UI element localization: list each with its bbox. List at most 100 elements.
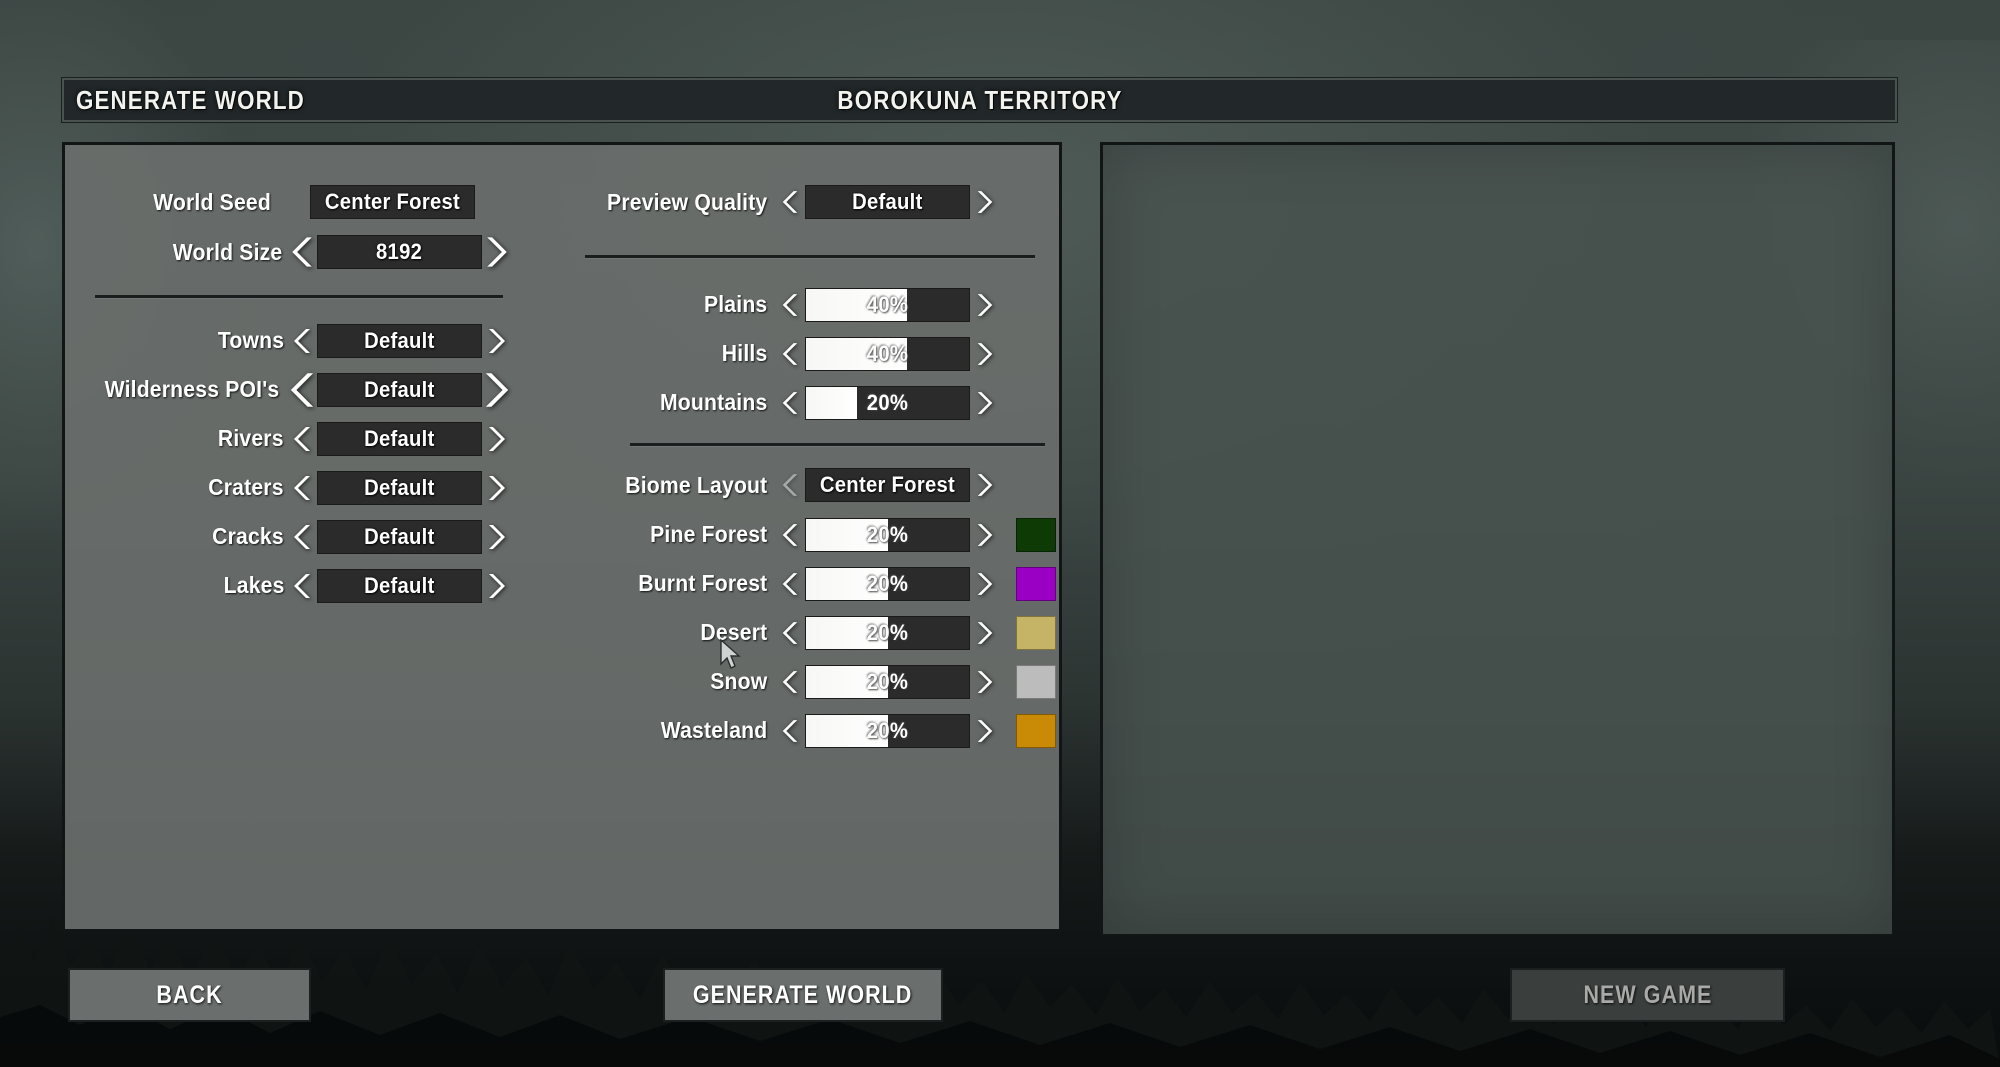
slider-fill-mountains bbox=[806, 386, 857, 419]
value-preview-quality-text: Default bbox=[852, 189, 923, 214]
world-size-next-arrow[interactable] bbox=[482, 235, 512, 269]
feature-rows-list: Towns Default Wilderness POI's Default River… bbox=[65, 316, 585, 610]
value-world-seed[interactable]: Center Forest bbox=[310, 185, 475, 219]
row-pine-forest: Pine Forest 20% bbox=[585, 510, 1065, 559]
value-lakes-text: Default bbox=[364, 572, 435, 598]
page-title-generate-world: GENERATE WORLD bbox=[76, 85, 305, 115]
label-preview-quality: Preview Quality bbox=[607, 188, 768, 215]
label-desert: Desert bbox=[700, 619, 768, 645]
value-towns-text: Default bbox=[364, 327, 435, 353]
label-mountains: Mountains bbox=[659, 389, 768, 415]
row-towns: Towns Default bbox=[65, 316, 585, 365]
wasteland-decrease-arrow[interactable] bbox=[775, 714, 805, 748]
mountains-decrease-arrow[interactable] bbox=[775, 386, 805, 420]
lakes-prev-arrow[interactable] bbox=[287, 569, 317, 603]
craters-next-arrow[interactable] bbox=[482, 471, 512, 505]
craters-prev-arrow[interactable] bbox=[287, 471, 317, 505]
back-button[interactable]: BACK bbox=[68, 968, 311, 1022]
biome-layout-next-arrow[interactable] bbox=[970, 468, 1000, 502]
slider-pine-forest[interactable]: 20% bbox=[805, 517, 970, 552]
row-desert: Desert 20% bbox=[585, 608, 1065, 657]
value-mountains-text: 20% bbox=[866, 389, 909, 415]
value-plains-text: 40% bbox=[866, 291, 909, 317]
burnt-forest-increase-arrow[interactable] bbox=[970, 567, 1000, 601]
desert-decrease-arrow[interactable] bbox=[775, 616, 805, 650]
right-divider-top bbox=[585, 255, 1035, 258]
value-cracks-text: Default bbox=[364, 523, 435, 549]
new-game-button[interactable]: NEW GAME bbox=[1510, 968, 1785, 1022]
value-cracks[interactable]: Default bbox=[317, 519, 482, 554]
value-pine-forest-text: 20% bbox=[866, 521, 909, 547]
snow-decrease-arrow[interactable] bbox=[775, 665, 805, 699]
label-pine-forest: Pine Forest bbox=[650, 521, 768, 547]
desert-increase-arrow[interactable] bbox=[970, 616, 1000, 650]
burnt-forest-decrease-arrow[interactable] bbox=[775, 567, 805, 601]
right-options-column: Preview Quality Default Plains 40% Hills 40… bbox=[585, 145, 1065, 755]
color-swatch-wasteland bbox=[1016, 713, 1056, 748]
right-divider-bottom bbox=[630, 443, 1045, 446]
row-cracks: Cracks Default bbox=[65, 512, 585, 561]
wilderness-poi-s-next-arrow[interactable] bbox=[482, 372, 512, 407]
biome-rows-list: Pine Forest 20% Burnt Forest 20% Desert 20% Sn… bbox=[585, 510, 1065, 755]
row-wasteland: Wasteland 20% bbox=[585, 706, 1065, 755]
value-biome-layout[interactable]: Center Forest bbox=[805, 468, 970, 502]
biome-layout-prev-arrow[interactable] bbox=[775, 468, 805, 502]
row-hills: Hills 40% bbox=[585, 329, 1065, 378]
cracks-next-arrow[interactable] bbox=[482, 520, 512, 554]
row-wilderness-poi-s: Wilderness POI's Default bbox=[65, 365, 585, 414]
row-lakes: Lakes Default bbox=[65, 561, 585, 610]
new-game-button-label: NEW GAME bbox=[1583, 980, 1712, 1009]
row-mountains: Mountains 20% bbox=[585, 378, 1065, 427]
wasteland-increase-arrow[interactable] bbox=[970, 714, 1000, 748]
value-towns[interactable]: Default bbox=[317, 323, 482, 358]
value-world-size[interactable]: 8192 bbox=[317, 235, 482, 269]
left-divider bbox=[95, 295, 503, 298]
value-lakes[interactable]: Default bbox=[317, 568, 482, 603]
plains-decrease-arrow[interactable] bbox=[775, 288, 805, 322]
hills-increase-arrow[interactable] bbox=[970, 337, 1000, 371]
mountains-increase-arrow[interactable] bbox=[970, 386, 1000, 420]
hills-decrease-arrow[interactable] bbox=[775, 337, 805, 371]
value-burnt-forest-text: 20% bbox=[866, 570, 909, 596]
pine-forest-increase-arrow[interactable] bbox=[970, 518, 1000, 552]
towns-next-arrow[interactable] bbox=[482, 324, 512, 358]
row-plains: Plains 40% bbox=[585, 280, 1065, 329]
label-towns: Towns bbox=[217, 327, 285, 353]
plains-increase-arrow[interactable] bbox=[970, 288, 1000, 322]
label-plains: Plains bbox=[703, 291, 768, 317]
slider-mountains[interactable]: 20% bbox=[805, 385, 970, 420]
value-snow-text: 20% bbox=[866, 668, 909, 694]
preview-quality-next-arrow[interactable] bbox=[970, 185, 1000, 219]
slider-burnt-forest[interactable]: 20% bbox=[805, 566, 970, 601]
preview-quality-prev-arrow[interactable] bbox=[775, 185, 805, 219]
lakes-next-arrow[interactable] bbox=[482, 569, 512, 603]
slider-plains[interactable]: 40% bbox=[805, 287, 970, 322]
cracks-prev-arrow[interactable] bbox=[287, 520, 317, 554]
value-world-size-text: 8192 bbox=[376, 239, 423, 264]
value-wasteland-text: 20% bbox=[866, 717, 909, 743]
rivers-prev-arrow[interactable] bbox=[287, 422, 317, 456]
world-size-prev-arrow[interactable] bbox=[287, 235, 317, 269]
value-wilderness-poi-s-text: Default bbox=[364, 376, 435, 402]
pine-forest-decrease-arrow[interactable] bbox=[775, 518, 805, 552]
slider-wasteland[interactable]: 20% bbox=[805, 713, 970, 748]
world-preview-panel[interactable] bbox=[1100, 142, 1895, 937]
towns-prev-arrow[interactable] bbox=[287, 324, 317, 358]
slider-desert[interactable]: 20% bbox=[805, 615, 970, 650]
value-rivers[interactable]: Default bbox=[317, 421, 482, 456]
slider-snow[interactable]: 20% bbox=[805, 664, 970, 699]
game-screen: GENERATE WORLD BOROKUNA TERRITORY World … bbox=[0, 0, 2000, 1067]
value-preview-quality[interactable]: Default bbox=[805, 185, 970, 219]
label-rivers: Rivers bbox=[218, 425, 285, 451]
rivers-next-arrow[interactable] bbox=[482, 422, 512, 456]
value-craters[interactable]: Default bbox=[317, 470, 482, 505]
wilderness-poi-s-prev-arrow[interactable] bbox=[287, 372, 317, 407]
label-world-size: World Size bbox=[172, 238, 283, 265]
snow-increase-arrow[interactable] bbox=[970, 665, 1000, 699]
label-world-seed: World Seed bbox=[153, 188, 271, 215]
generate-world-button[interactable]: GENERATE WORLD bbox=[663, 968, 943, 1022]
row-rivers: Rivers Default bbox=[65, 414, 585, 463]
slider-hills[interactable]: 40% bbox=[805, 336, 970, 371]
value-wilderness-poi-s[interactable]: Default bbox=[317, 372, 482, 407]
back-button-label: BACK bbox=[156, 980, 223, 1009]
